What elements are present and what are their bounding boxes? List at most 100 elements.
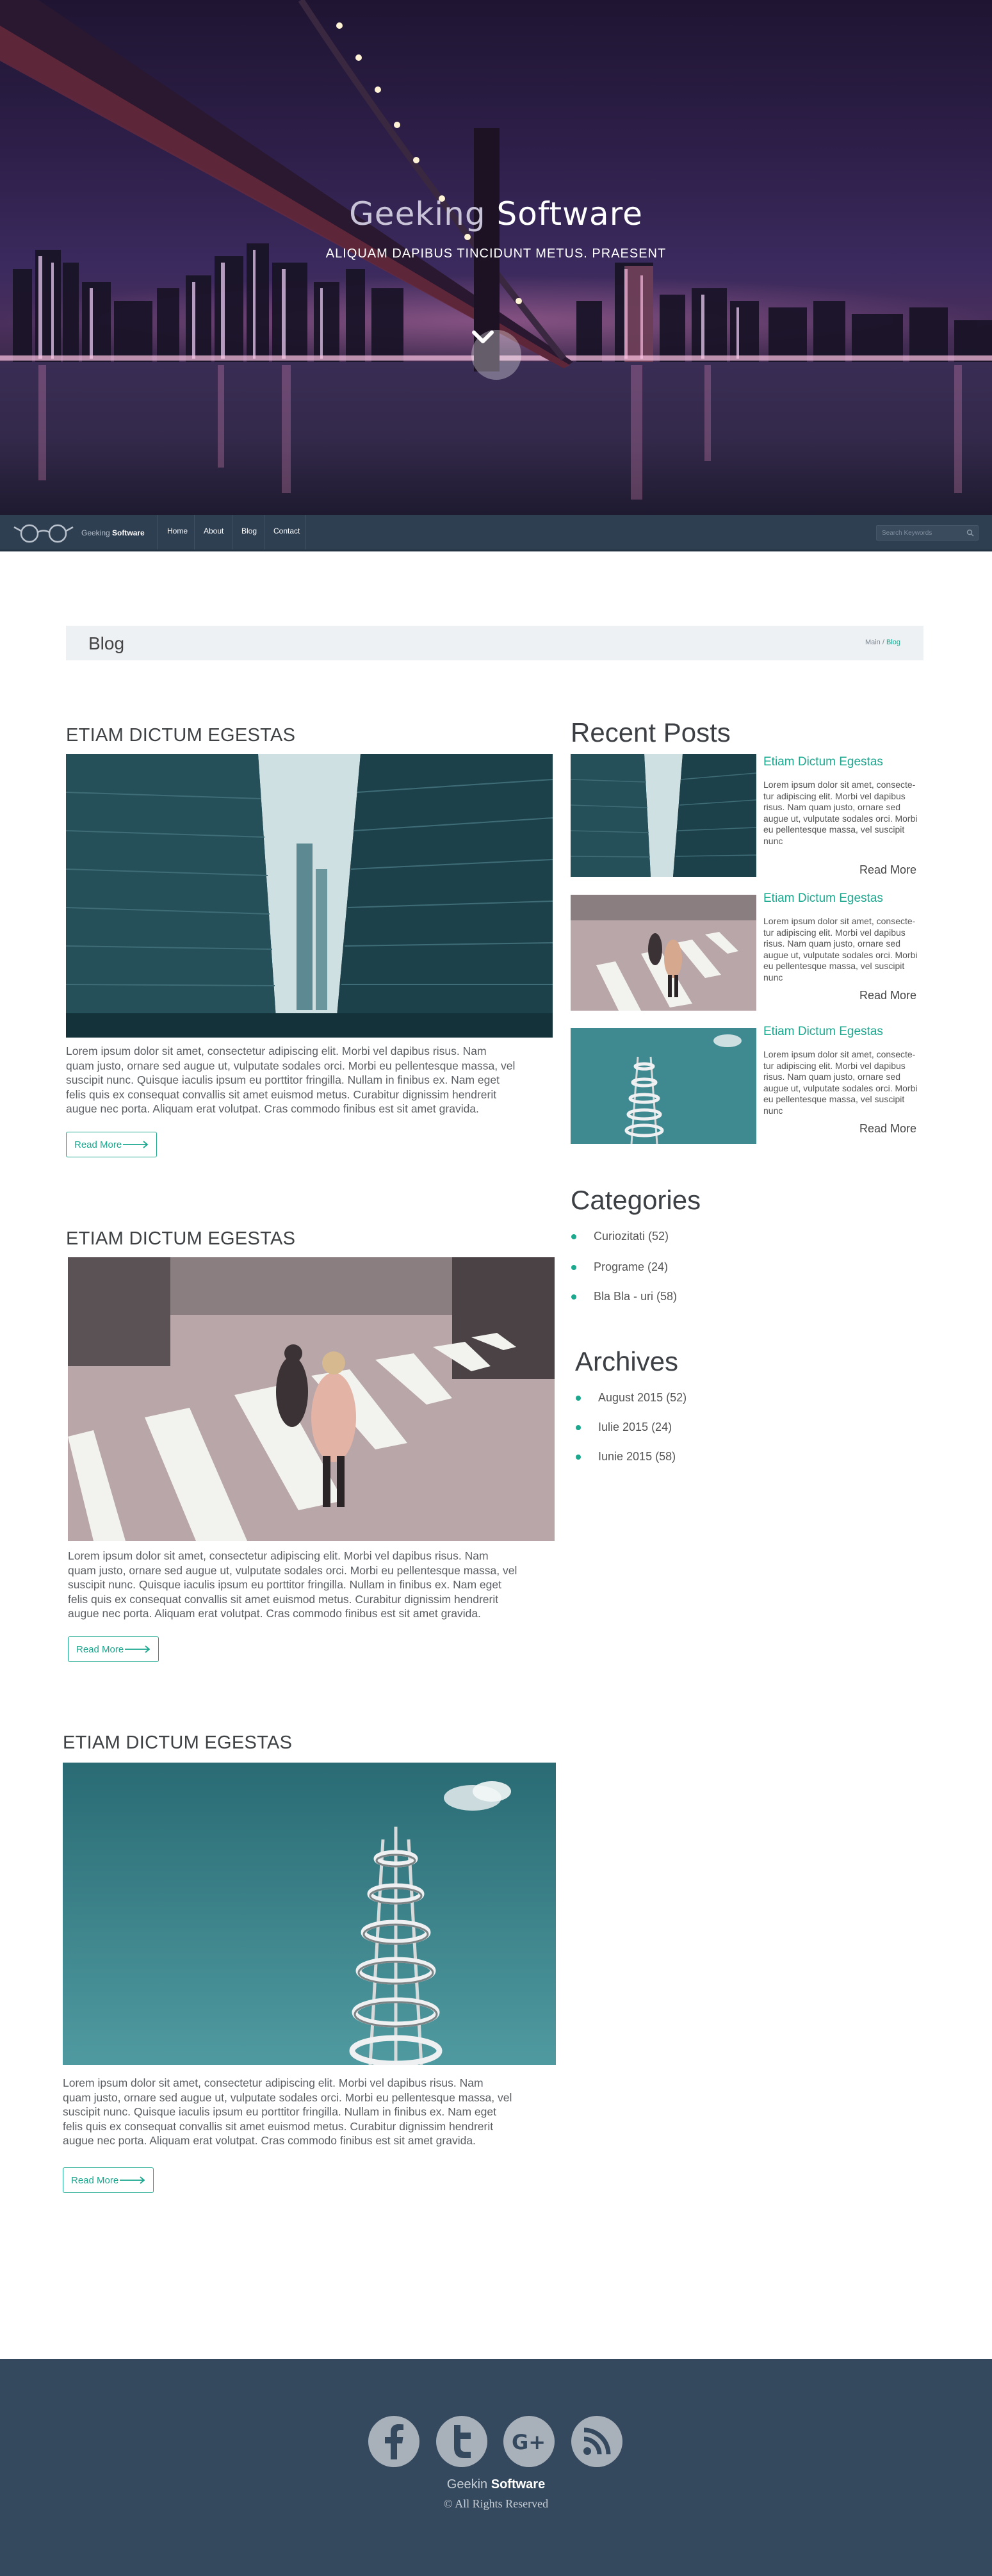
categories-heading: Categories xyxy=(571,1185,701,1215)
category-link[interactable]: Programe (24) xyxy=(571,1260,668,1274)
nav-brand-light: Geeking xyxy=(81,528,110,537)
twitter-button[interactable] xyxy=(436,2416,487,2467)
recent-post-line: Lorem ipsum dolor sit amet, consecte- xyxy=(763,779,916,790)
category-link[interactable]: Bla Bla - uri (58) xyxy=(571,1290,678,1303)
bullet-icon xyxy=(571,1234,576,1239)
hero-banner: Geeking Software ALIQUAM DAPIBUS TINCIDU… xyxy=(0,0,992,515)
recent-post-line: tur adipiscing elit. Morbi vel dapibus xyxy=(763,1060,906,1071)
read-more-label: Read More xyxy=(74,1139,122,1150)
post-excerpt-line: quam justo, ornare sed augue ut, vulputa… xyxy=(63,2091,512,2104)
post-title[interactable]: ETIAM DICTUM EGESTAS xyxy=(66,725,295,746)
nav-brand[interactable]: Geeking Software xyxy=(81,528,145,537)
recent-post-line: tur adipiscing elit. Morbi vel dapibus xyxy=(763,790,906,801)
post-title[interactable]: ETIAM DICTUM EGESTAS xyxy=(63,1732,292,1754)
nav-item-contact[interactable]: Contact xyxy=(273,526,300,535)
recent-posts-heading: Recent Posts xyxy=(571,717,731,747)
facebook-button[interactable] xyxy=(368,2416,419,2467)
breadcrumb: Main / Blog xyxy=(865,639,900,646)
category-link[interactable]: Curiozitati (52) xyxy=(571,1230,669,1243)
arrow-right-icon xyxy=(123,1141,149,1148)
post-excerpt-line: quam justo, ornare sed augue ut, vulputa… xyxy=(66,1059,516,1072)
street-buildings-image xyxy=(66,754,553,1038)
crosswalk-image xyxy=(68,1257,555,1541)
recent-post-line: augue ut, vulputate sodales orci. Morbi xyxy=(763,1082,918,1093)
footer-brand-light: Geekin xyxy=(446,2477,488,2491)
recent-post-title[interactable]: Etiam Dictum Egestas xyxy=(763,755,883,769)
recent-post-line: risus. Nam quam justo, ornare sed xyxy=(763,938,900,949)
bullet-icon xyxy=(576,1425,581,1430)
category-label: Bla Bla - uri (58) xyxy=(594,1290,678,1303)
archive-label: August 2015 (52) xyxy=(598,1391,687,1404)
recent-post-excerpt: Lorem ipsum dolor sit amet, consecte- tu… xyxy=(763,779,923,847)
bullet-icon xyxy=(576,1455,581,1460)
page-title: Blog xyxy=(88,633,125,653)
recent-post-line: Lorem ipsum dolor sit amet, consecte- xyxy=(763,1049,916,1059)
footer-brand: Geekin Software xyxy=(0,2477,992,2492)
recent-post-title[interactable]: Etiam Dictum Egestas xyxy=(763,1025,883,1039)
post-image-crosswalk[interactable] xyxy=(68,1257,555,1541)
recent-post-line: nunc xyxy=(763,1105,783,1116)
post-excerpt-line: felis quis ex consequat convallis sit am… xyxy=(66,1088,497,1101)
archive-link[interactable]: Iulie 2015 (24) xyxy=(576,1421,672,1434)
post-excerpt-line: augue nec porta. Aliquam erat volutpat. … xyxy=(66,1102,479,1115)
recent-post-line: eu pellentesque massa, vel suscipit xyxy=(763,1094,905,1104)
recent-post-line: tur adipiscing elit. Morbi vel dapibus xyxy=(763,927,906,938)
recent-post-line: eu pellentesque massa, vel suscipit xyxy=(763,824,905,835)
nav-item-home[interactable]: Home xyxy=(167,526,188,535)
recent-post-line: augue ut, vulputate sodales orci. Morbi xyxy=(763,949,918,960)
archive-label: Iunie 2015 (58) xyxy=(598,1450,676,1463)
crosswalk-thumbnail xyxy=(571,895,756,1011)
post-image-sculpture[interactable] xyxy=(63,1763,556,2065)
post-image-city-street[interactable] xyxy=(66,754,553,1038)
search-input[interactable] xyxy=(882,528,962,538)
nav-divider xyxy=(157,515,158,550)
read-more-button[interactable]: Read More xyxy=(66,1132,157,1157)
post-excerpt-line: suscipit nunc. Quisque iaculis ipsum eu … xyxy=(66,1073,500,1086)
nav-divider xyxy=(194,515,195,550)
footer-copyright: © All Rights Reserved xyxy=(443,2497,549,2510)
post-excerpt-line: suscipit nunc. Quisque iaculis ipsum eu … xyxy=(68,1578,501,1591)
breadcrumb-main[interactable]: Main xyxy=(865,639,881,646)
bullet-icon xyxy=(576,1396,581,1401)
post-title[interactable]: ETIAM DICTUM EGESTAS xyxy=(66,1228,295,1250)
post-excerpt-line: suscipit nunc. Quisque iaculis ipsum eu … xyxy=(63,2105,496,2118)
read-more-label: Read More xyxy=(76,1643,124,1655)
read-more-button[interactable]: Read More xyxy=(68,1636,159,1662)
category-label: Curiozitati (52) xyxy=(594,1230,669,1243)
recent-post-read-more-link[interactable]: Read More xyxy=(859,989,916,1002)
recent-post-read-more-link[interactable]: Read More xyxy=(859,1122,916,1136)
recent-post-excerpt: Lorem ipsum dolor sit amet, consecte- tu… xyxy=(763,1049,923,1116)
nav-item-blog[interactable]: Blog xyxy=(241,526,257,535)
recent-post-line: eu pellentesque massa, vel suscipit xyxy=(763,961,905,971)
recent-post-thumbnail[interactable] xyxy=(571,895,756,1011)
post-excerpt-line: Lorem ipsum dolor sit amet, consectetur … xyxy=(66,1045,487,1057)
recent-post-title[interactable]: Etiam Dictum Egestas xyxy=(763,892,883,906)
read-more-button[interactable]: Read More xyxy=(63,2167,154,2193)
scroll-down-button[interactable] xyxy=(471,330,521,380)
google-plus-button[interactable]: G+ xyxy=(503,2416,555,2467)
street-buildings-thumbnail xyxy=(571,754,756,877)
page-header-bar: Blog Main / Blog xyxy=(66,626,923,660)
archive-link[interactable]: Iunie 2015 (58) xyxy=(576,1450,676,1463)
breadcrumb-separator: / xyxy=(880,639,886,646)
hero-title-light: Geeking xyxy=(349,195,486,232)
sculpture-thumbnail xyxy=(571,1028,756,1144)
post-excerpt-line: Lorem ipsum dolor sit amet, consectetur … xyxy=(63,2076,484,2089)
recent-post-thumbnail[interactable] xyxy=(571,1028,756,1144)
recent-post-line: augue ut, vulputate sodales orci. Morbi xyxy=(763,813,918,824)
nav-item-about[interactable]: About xyxy=(204,526,224,535)
rss-button[interactable] xyxy=(571,2416,622,2467)
hero-title-bold: Software xyxy=(485,195,643,232)
recent-post-thumbnail[interactable] xyxy=(571,754,756,877)
breadcrumb-current: Blog xyxy=(886,639,900,646)
recent-post-read-more-link[interactable]: Read More xyxy=(859,863,916,877)
hero-title: Geeking Software xyxy=(0,195,992,232)
nav-divider xyxy=(305,515,306,550)
nav-search-box xyxy=(876,525,979,541)
post-excerpt-line: felis quis ex consequat convallis sit am… xyxy=(63,2119,494,2133)
recent-post-line: nunc xyxy=(763,835,783,846)
search-icon[interactable] xyxy=(966,529,974,537)
archive-link[interactable]: August 2015 (52) xyxy=(576,1391,687,1405)
glasses-logo-icon[interactable] xyxy=(12,521,76,544)
recent-post-excerpt: Lorem ipsum dolor sit amet, consecte- tu… xyxy=(763,916,923,983)
